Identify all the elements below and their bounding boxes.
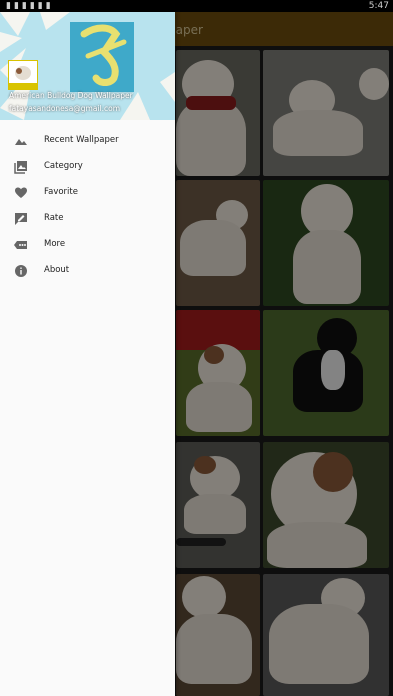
menu-item-category[interactable]: Category: [0, 154, 175, 180]
photo-library-icon: [14, 161, 27, 174]
drawer-email: fatayasandonesa@gmail.com: [9, 104, 121, 113]
status-bar: ▮▮▮▮▮▮ 5:47: [0, 0, 393, 12]
menu-item-label: Favorite: [44, 187, 78, 197]
landscape-icon: [15, 139, 27, 145]
navigation-drawer: American Bulldog Dog Wallpaper fatayasan…: [0, 12, 175, 696]
notification-icons: ▮▮▮▮▮▮: [6, 1, 54, 11]
menu-item-label: More: [44, 239, 66, 249]
menu-item-label: About: [44, 265, 70, 275]
drawer-menu: Recent Wallpaper Category Favorite Rate: [0, 128, 175, 284]
drawer-header: American Bulldog Dog Wallpaper fatayasan…: [0, 12, 175, 120]
menu-item-label: Recent Wallpaper: [44, 135, 119, 145]
menu-item-rate[interactable]: Rate: [0, 206, 175, 232]
menu-item-label: Category: [44, 161, 83, 171]
more-horiz-icon: [14, 241, 27, 249]
menu-item-about[interactable]: About: [0, 258, 175, 284]
menu-item-label: Rate: [44, 213, 64, 223]
info-icon: [15, 265, 27, 277]
app-logo: [8, 60, 38, 90]
menu-item-more[interactable]: More: [0, 232, 175, 258]
drawer-app-name: American Bulldog Dog Wallpaper: [9, 91, 133, 100]
heart-icon: [15, 187, 27, 198]
rate-review-icon: [15, 213, 27, 225]
menu-item-recent-wallpaper[interactable]: Recent Wallpaper: [0, 128, 175, 154]
status-time: 5:47: [368, 1, 389, 11]
menu-item-favorite[interactable]: Favorite: [0, 180, 175, 206]
